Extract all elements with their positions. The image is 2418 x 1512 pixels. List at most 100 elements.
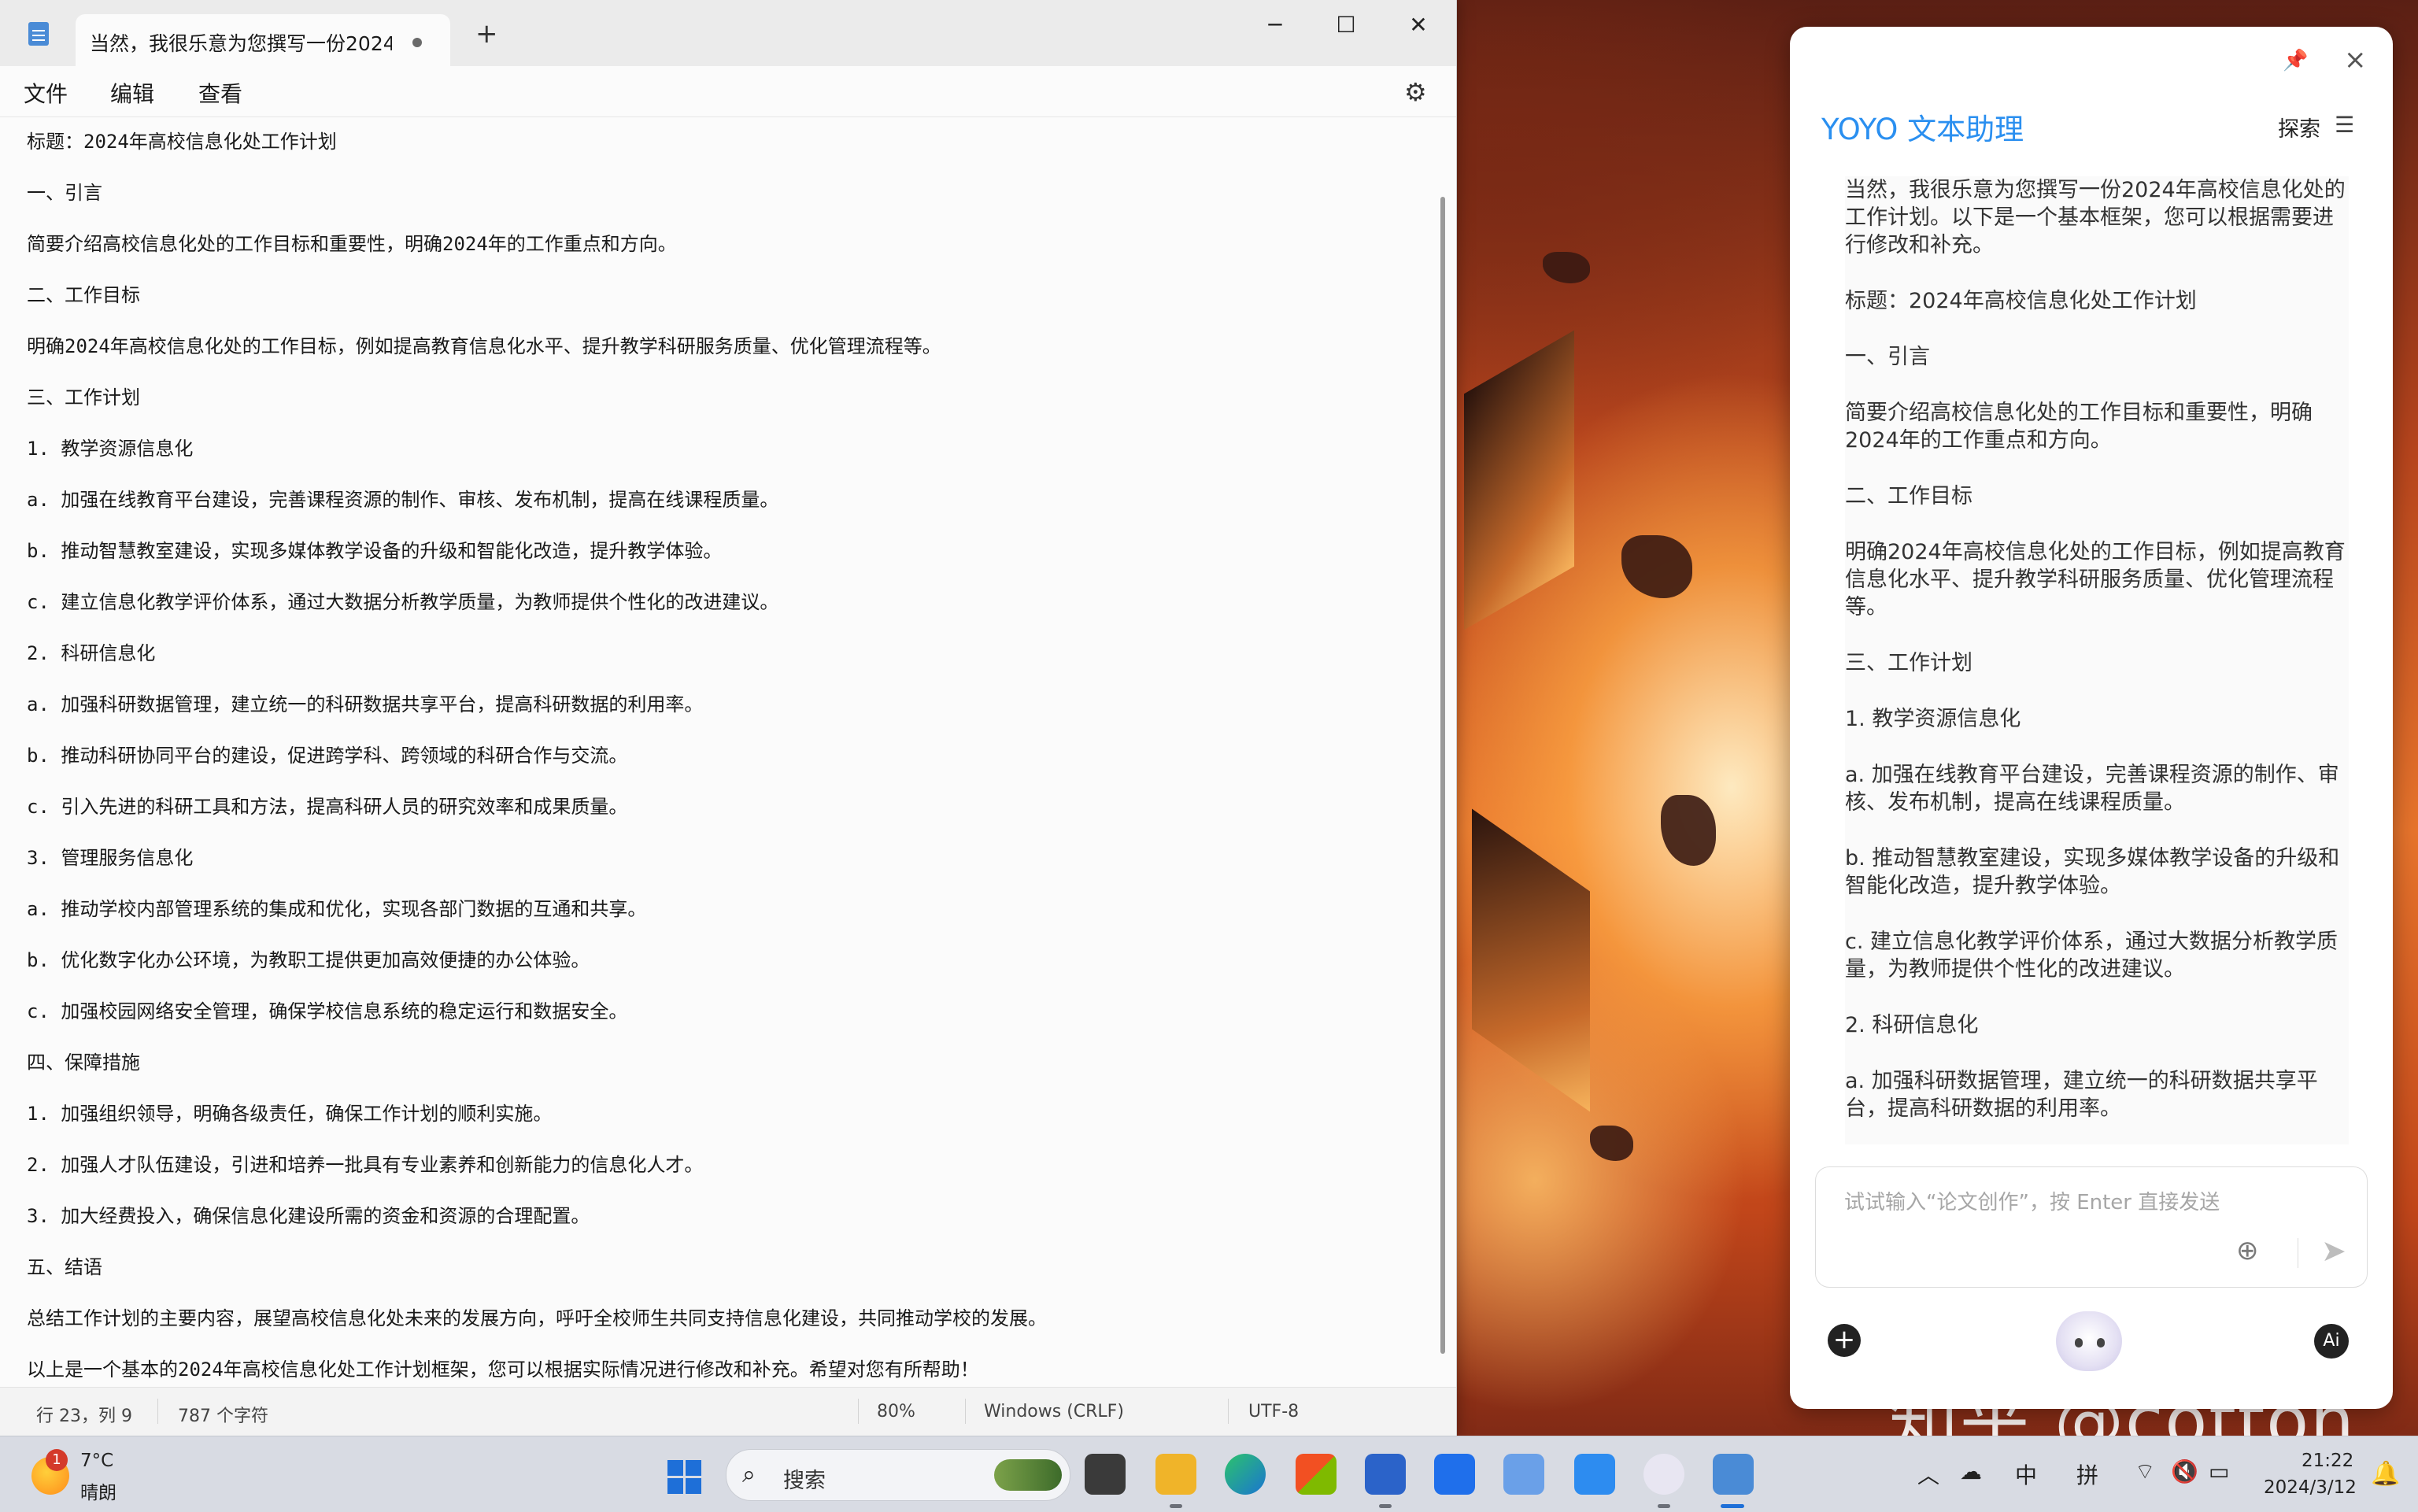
cloud-sync-icon[interactable]: ☁ bbox=[1960, 1458, 1982, 1484]
prompt-input[interactable]: 试试输入“论文创作”，按 Enter 直接发送 ⊕ ➤ bbox=[1815, 1166, 2368, 1288]
explore-button[interactable]: 探索 bbox=[2278, 112, 2320, 142]
status-bar: 行 23，列 9 787 个字符 80% Windows (CRLF) UTF-… bbox=[0, 1387, 1456, 1436]
vertical-scrollbar[interactable] bbox=[1440, 197, 1445, 1354]
windows-logo-icon bbox=[686, 1460, 701, 1476]
clock-time[interactable]: 21:22 bbox=[2302, 1451, 2353, 1471]
show-hidden-icons-icon[interactable]: ︿ bbox=[1917, 1458, 1939, 1490]
text-line: b. 推动智慧教室建设，实现多媒体教学设备的升级和智能化改造，提升教学体验。 bbox=[27, 540, 723, 562]
text-line: 明确2024年高校信息化处的工作目标，例如提高教育信息化水平、提升教学科研服务质… bbox=[27, 335, 941, 357]
clock-date[interactable]: 2024/3/12 bbox=[2264, 1477, 2357, 1498]
text-line: 以上是一个基本的2024年高校信息化处工作计划框架，您可以根据实际情况进行修改和… bbox=[27, 1359, 979, 1381]
notification-badge: 1 bbox=[46, 1449, 68, 1471]
response-paragraph: b. 推动智慧教室建设，实现多媒体教学设备的升级和智能化改造，提升教学体验。 bbox=[1845, 846, 2340, 898]
prompt-placeholder: 试试输入“论文创作”，按 Enter 直接发送 bbox=[1844, 1191, 2220, 1214]
wallpaper-rock bbox=[1543, 252, 1590, 283]
mail-app-icon[interactable] bbox=[1574, 1454, 1615, 1495]
yoyo-avatar[interactable] bbox=[2056, 1311, 2122, 1371]
start-button[interactable] bbox=[667, 1460, 702, 1495]
notepad-taskbar-icon[interactable] bbox=[1713, 1454, 1754, 1495]
wallpaper-rock bbox=[1621, 535, 1692, 598]
tab-title: 当然，我很乐意为您撰写一份2024年 bbox=[90, 32, 392, 55]
response-paragraph: c. 建立信息化教学评价体系，通过大数据分析教学质量，为教师提供个性化的改进建议… bbox=[1845, 930, 2339, 982]
maximize-button[interactable]: ☐ bbox=[1322, 9, 1370, 41]
microsoft-store-icon[interactable] bbox=[1296, 1454, 1337, 1495]
running-indicator bbox=[1379, 1504, 1392, 1508]
settings-gear-icon[interactable]: ⚙ bbox=[1404, 77, 1427, 107]
text-line: 1. 加强组织领导，明确各级责任，确保工作计划的顺利实施。 bbox=[27, 1103, 553, 1125]
menu-bar: 文件 编辑 查看 ⚙ bbox=[0, 66, 1456, 117]
ai-icon[interactable]: Ai bbox=[2314, 1324, 2349, 1359]
menu-view[interactable]: 查看 bbox=[198, 77, 242, 109]
text-line: 一、引言 bbox=[27, 182, 102, 204]
wallpaper-shard bbox=[1472, 808, 1590, 1112]
app-window-icon[interactable] bbox=[1365, 1454, 1406, 1495]
ime-name[interactable]: 拼 bbox=[2076, 1458, 2098, 1490]
menu-edit[interactable]: 编辑 bbox=[110, 77, 154, 109]
pin-icon[interactable]: 📌 bbox=[2283, 49, 2308, 72]
response-paragraph: a. 加强在线教育平台建设，完善课程资源的制作、审核、发布机制，提高在线课程质量… bbox=[1845, 763, 2339, 815]
response-paragraph: 简要介绍高校信息化处的工作目标和重要性，明确2024年的工作重点和方向。 bbox=[1845, 401, 2313, 453]
title-bar[interactable]: 当然，我很乐意为您撰写一份2024年 + ─ ☐ ✕ bbox=[0, 0, 1456, 66]
minimize-button[interactable]: ─ bbox=[1252, 9, 1299, 41]
response-paragraph: 标题：2024年高校信息化处工作计划 bbox=[1845, 289, 2197, 313]
new-tab-button[interactable]: + bbox=[475, 20, 498, 47]
wps-icon[interactable] bbox=[1434, 1454, 1475, 1495]
character-count: 787 个字符 bbox=[178, 1407, 268, 1426]
response-paragraph: 当然，我很乐意为您撰写一份2024年高校信息化处的工作计划。以下是一个基本框架，… bbox=[1845, 178, 2346, 257]
text-line: 五、结语 bbox=[27, 1256, 102, 1278]
history-menu-icon[interactable]: ☰ bbox=[2335, 112, 2354, 138]
text-line: 3. 加大经费投入，确保信息化建设所需的资金和资源的合理配置。 bbox=[27, 1205, 590, 1227]
assistant-response: 当然，我很乐意为您撰写一份2024年高校信息化处的工作计划。以下是一个基本框架，… bbox=[1845, 176, 2349, 1144]
wallpaper-shard bbox=[1464, 330, 1574, 630]
yoyo-assistant-panel: 📌 × YOYO 文本助理 探索 ☰ 当然，我很乐意为您撰写一份2024年高校信… bbox=[1790, 27, 2393, 1409]
text-line: 三、工作计划 bbox=[27, 386, 140, 408]
text-line: 二、工作目标 bbox=[27, 284, 140, 306]
close-button[interactable]: ✕ bbox=[1395, 9, 1442, 41]
status-divider bbox=[858, 1399, 859, 1424]
wallpaper-rock bbox=[1590, 1126, 1633, 1161]
snipping-tool-icon[interactable] bbox=[1503, 1454, 1544, 1495]
text-editor[interactable]: 标题：2024年高校信息化处工作计划 一、引言 简要介绍高校信息化处的工作目标和… bbox=[27, 126, 1428, 1385]
close-icon[interactable]: × bbox=[2344, 44, 2367, 76]
send-icon[interactable]: ➤ bbox=[2321, 1233, 2346, 1268]
notification-bell-icon[interactable]: 🔔 bbox=[2371, 1460, 2400, 1488]
response-paragraph: 1. 教学资源信息化 bbox=[1845, 707, 2021, 731]
taskbar-search[interactable]: ⌕ 搜索 bbox=[726, 1449, 1070, 1501]
status-divider bbox=[157, 1399, 158, 1424]
weather-description[interactable]: 晴朗 bbox=[80, 1477, 116, 1504]
text-line: a. 加强科研数据管理，建立统一的科研数据共享平台，提高科研数据的利用率。 bbox=[27, 693, 704, 715]
text-line: 2. 科研信息化 bbox=[27, 642, 156, 664]
running-indicator bbox=[1658, 1504, 1670, 1508]
search-icon: ⌕ bbox=[742, 1461, 756, 1488]
notepad-window: 当然，我很乐意为您撰写一份2024年 + ─ ☐ ✕ 文件 编辑 查看 ⚙ 标题… bbox=[0, 0, 1457, 1436]
text-line: 总结工作计划的主要内容，展望高校信息化处未来的发展方向，呼吁全校师生共同支持信息… bbox=[27, 1307, 1047, 1329]
wallpaper-rock bbox=[1661, 795, 1716, 866]
menu-file[interactable]: 文件 bbox=[24, 77, 68, 109]
response-paragraph: 2. 科研信息化 bbox=[1845, 1013, 1979, 1037]
add-plus-icon[interactable]: + bbox=[1828, 1324, 1861, 1357]
new-chat-icon[interactable]: ⊕ bbox=[2236, 1235, 2259, 1266]
file-explorer-icon[interactable] bbox=[1155, 1454, 1196, 1495]
search-highlight-image bbox=[994, 1459, 1062, 1491]
volume-muted-icon[interactable]: 🔇 bbox=[2171, 1458, 2198, 1484]
edge-browser-icon[interactable] bbox=[1225, 1454, 1266, 1495]
zoom-level: 80% bbox=[877, 1402, 915, 1421]
status-divider bbox=[965, 1399, 966, 1424]
weather-temperature[interactable]: 7°C bbox=[80, 1451, 113, 1471]
text-line: a. 加强在线教育平台建设，完善课程资源的制作、审核、发布机制，提高在线课程质量… bbox=[27, 489, 779, 511]
response-paragraph: a. 加强科研数据管理，建立统一的科研数据共享平台，提高科研数据的利用率。 bbox=[1845, 1069, 2318, 1121]
notepad-app-icon bbox=[28, 22, 49, 46]
response-paragraph: 一、引言 bbox=[1845, 345, 1930, 369]
unsaved-dot-icon[interactable] bbox=[412, 38, 422, 47]
windows-logo-icon bbox=[667, 1460, 683, 1476]
yoyo-app-icon[interactable] bbox=[1643, 1454, 1684, 1495]
text-line: 简要介绍高校信息化处的工作目标和重要性，明确2024年的工作重点和方向。 bbox=[27, 233, 677, 255]
wifi-icon[interactable]: ⌔ bbox=[2135, 1458, 2155, 1486]
document-tab[interactable]: 当然，我很乐意为您撰写一份2024年 bbox=[76, 14, 450, 66]
battery-icon[interactable]: ▭ bbox=[2209, 1458, 2229, 1484]
ime-mode[interactable]: 中 bbox=[2015, 1458, 2037, 1490]
response-paragraph: 明确2024年高校信息化处的工作目标，例如提高教育信息化水平、提升教学科研服务质… bbox=[1845, 540, 2346, 619]
task-view-icon[interactable] bbox=[1085, 1454, 1126, 1495]
search-label: 搜索 bbox=[783, 1469, 826, 1493]
cursor-position: 行 23，列 9 bbox=[36, 1407, 132, 1426]
